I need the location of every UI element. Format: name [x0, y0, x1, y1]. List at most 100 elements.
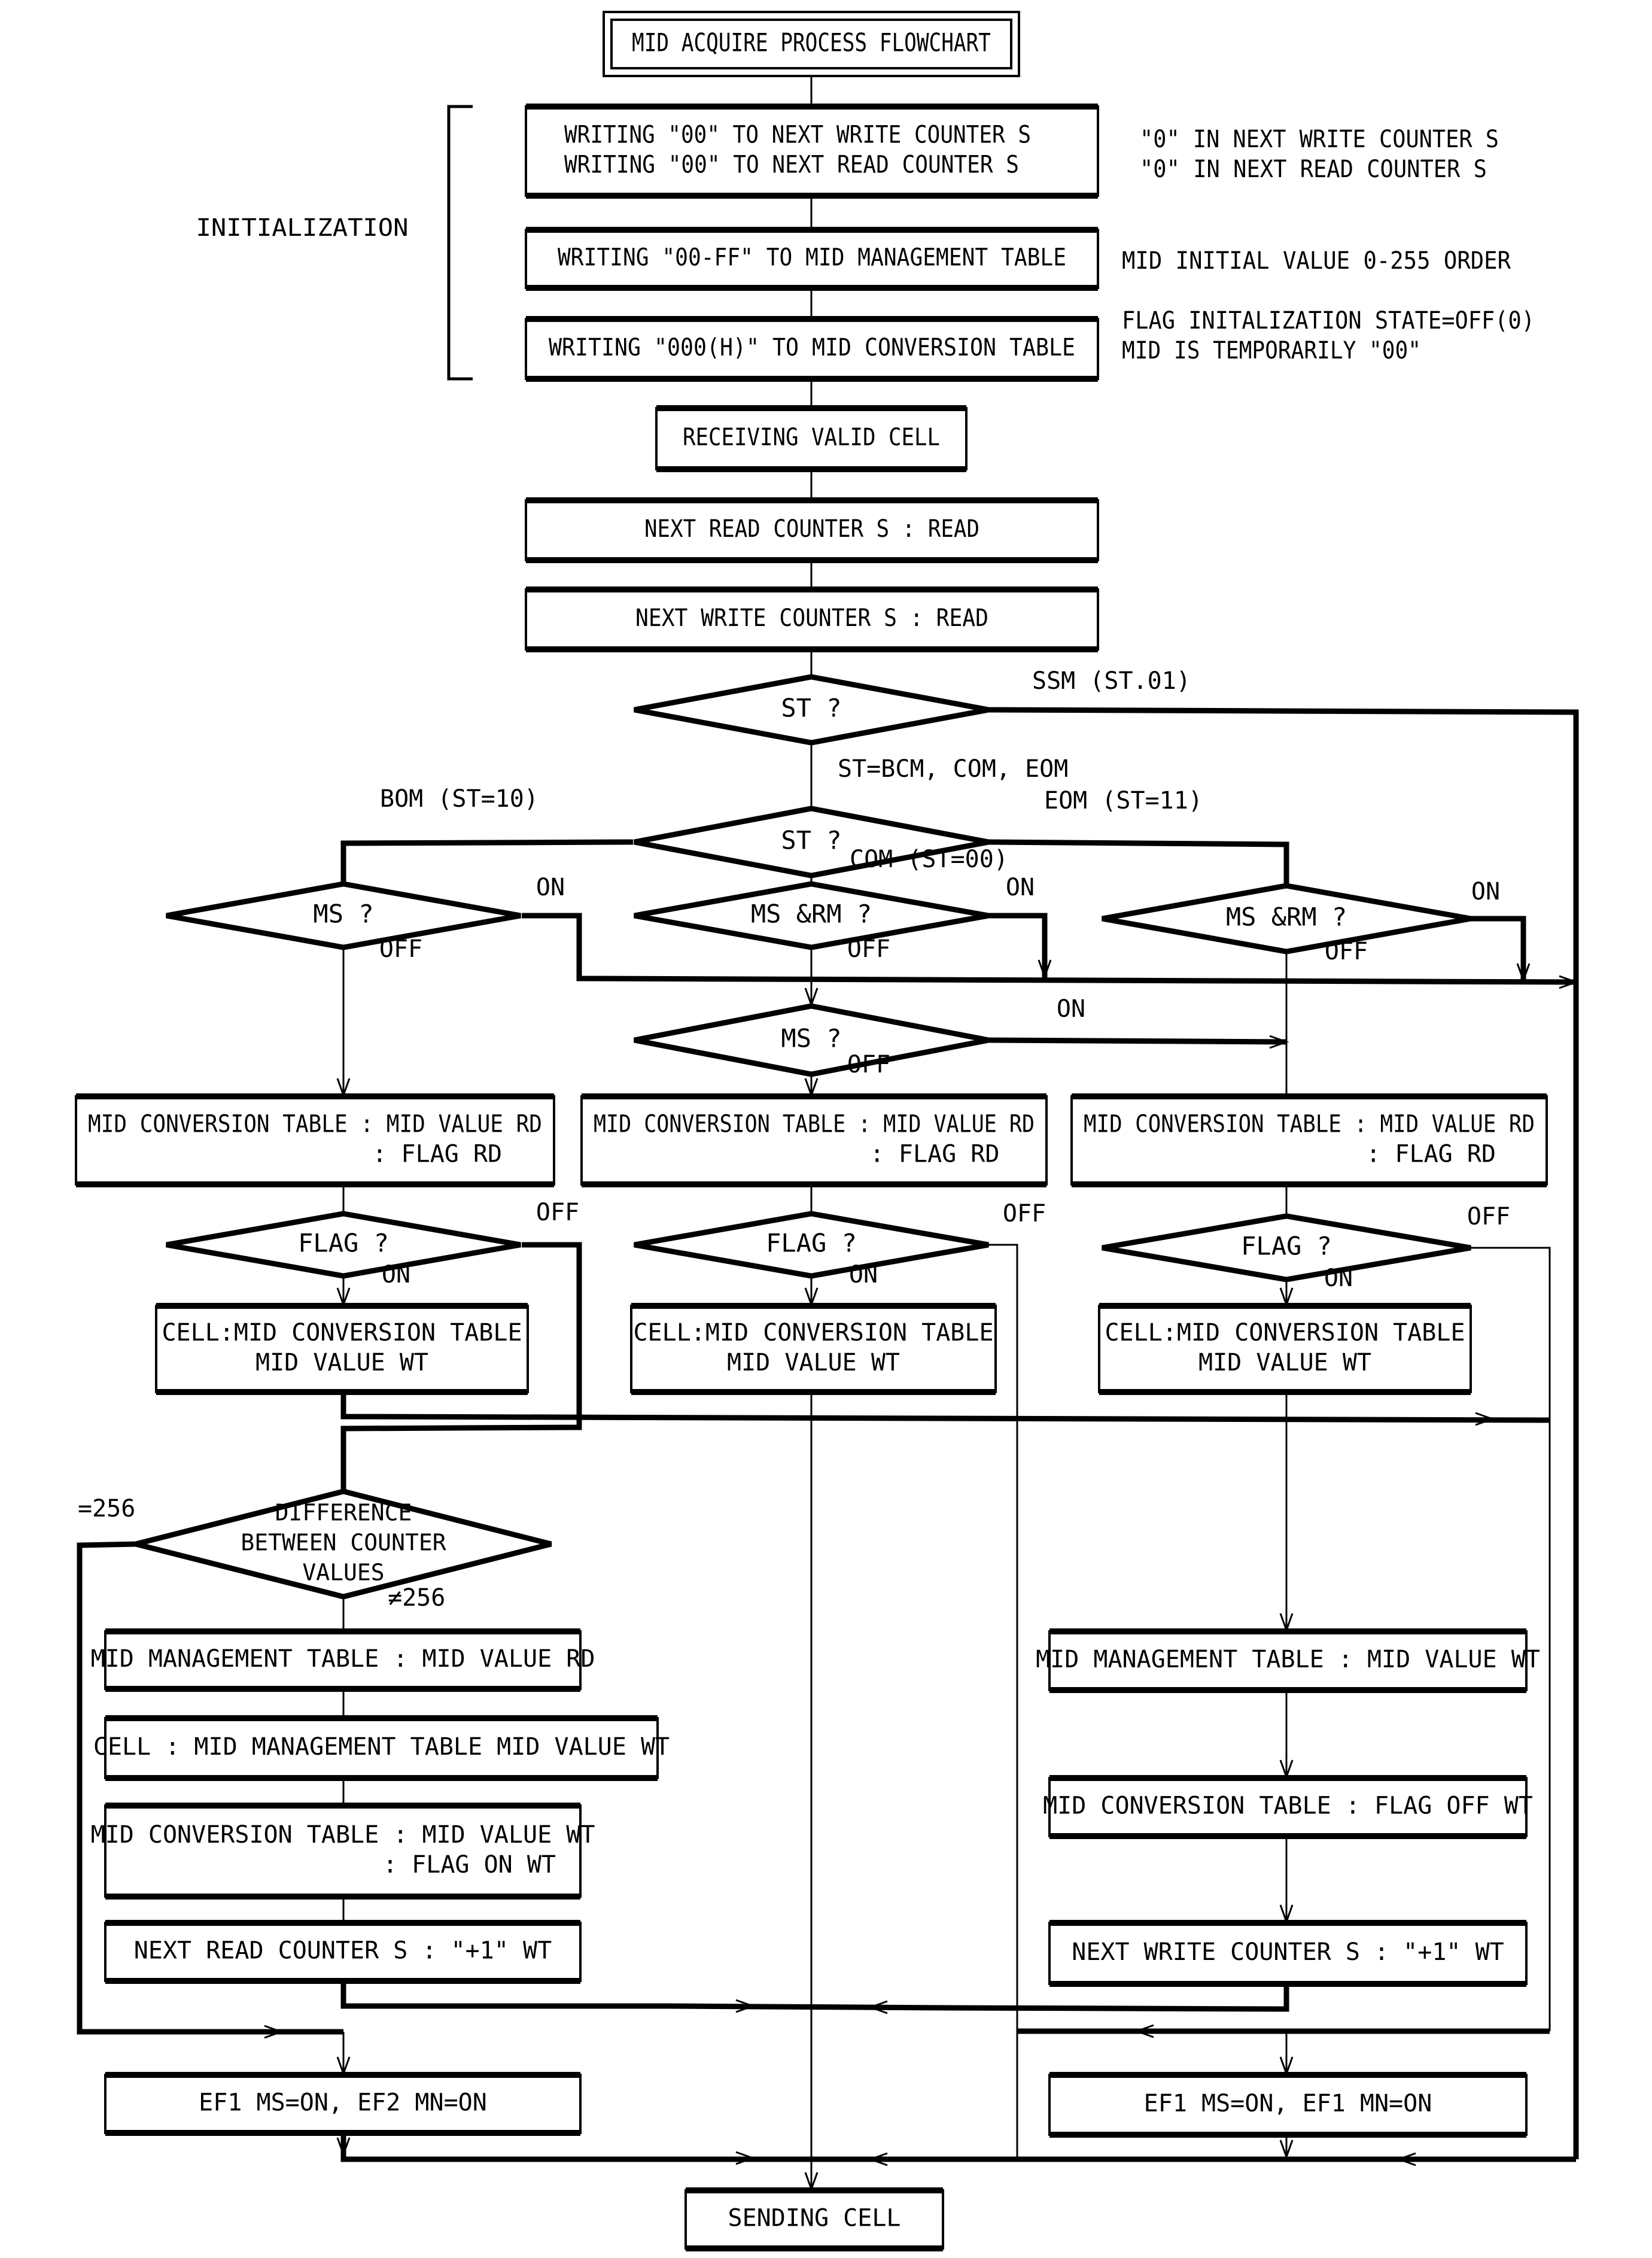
- conversion-table-write-box: MID CONVERSION TABLE : MID VALUE WT: FLA…: [91, 1803, 595, 1900]
- label-off: OFF: [1325, 938, 1368, 965]
- read-next-read-counter-box-text: NEXT READ COUNTER S : READ: [644, 515, 979, 543]
- init-management-table-box: WRITING "00-FF" TO MID MANAGEMENT TABLE: [525, 227, 1099, 291]
- init-management-table-box-text: WRITING "00-FF" TO MID MANAGEMENT TABLE: [558, 244, 1066, 272]
- label-eom: EOM (ST=11): [1044, 787, 1203, 815]
- conversion-table-read-box-mid-text: MID CONVERSION TABLE : MID VALUE RD: [594, 1111, 1035, 1138]
- conversion-table-read-box-left-text: : FLAG RD: [372, 1141, 502, 1168]
- ms-rm-decision-mid: MS &RM ?: [634, 881, 989, 950]
- init-counters-box: WRITING "00" TO NEXT WRITE COUNTER SWRIT…: [525, 104, 1099, 199]
- conversion-table-read-box-right: MID CONVERSION TABLE : MID VALUE RD : FLA…: [1070, 1093, 1548, 1187]
- wire-ms-mid-on: [988, 1037, 1287, 1045]
- init-conversion-table-box: WRITING "000(H)" TO MID CONVERSION TABLE: [525, 316, 1099, 382]
- st-decision-2-text: ST ?: [781, 826, 841, 855]
- cell-write-box-right: CELL:MID CONVERSION TABLEMID VALUE WT: [1098, 1303, 1472, 1395]
- label-on: ON: [1006, 874, 1035, 901]
- init-note-mid-temporary: MID IS TEMPORARILY "00": [1122, 337, 1421, 364]
- cell-write-box-mid-text: CELL:MID CONVERSION TABLE: [633, 1319, 993, 1347]
- conversion-table-write-box-text: : FLAG ON WT: [383, 1851, 556, 1879]
- label-off: OFF: [1467, 1203, 1510, 1230]
- ef1-right-box-text: EF1 MS=ON, EF1 MN=ON: [1144, 2090, 1432, 2117]
- conversion-table-flag-off-box-text: MID CONVERSION TABLE : FLAG OFF WT: [1043, 1792, 1533, 1820]
- label-ssm: SSM (ST.01): [1032, 667, 1191, 695]
- title-box: MID ACQUIRE PROCESS FLOWCHART: [603, 11, 1020, 77]
- ef1-left-box: EF1 MS=ON, EF2 MN=ON: [104, 2072, 582, 2136]
- conversion-table-write-box-text: MID CONVERSION TABLE : MID VALUE WT: [91, 1821, 595, 1849]
- conversion-table-read-box-mid: MID CONVERSION TABLE : MID VALUE RD : FLA…: [580, 1093, 1048, 1187]
- label-off: OFF: [536, 1199, 579, 1226]
- counter-difference-decision-text: DIFFERENCE: [275, 1500, 412, 1526]
- label-off: OFF: [379, 935, 422, 963]
- next-read-counter-increment-box: NEXT READ COUNTER S : "+1" WT: [104, 1920, 582, 1984]
- cell-write-box-left-text: CELL:MID CONVERSION TABLE: [162, 1319, 522, 1347]
- conversion-table-read-box-right-text: MID CONVERSION TABLE : MID VALUE RD: [1084, 1111, 1535, 1138]
- conversion-table-read-box-left-text: MID CONVERSION TABLE : MID VALUE RD: [88, 1111, 542, 1138]
- label-off: OFF: [847, 1051, 890, 1078]
- counter-difference-decision-text: BETWEEN COUNTER: [241, 1530, 446, 1556]
- initialization-label: INITIALIZATION: [196, 214, 409, 242]
- cell-write-box-left: CELL:MID CONVERSION TABLEMID VALUE WT: [155, 1303, 529, 1395]
- flag-decision-left: FLAG ?: [166, 1211, 521, 1279]
- page-title: MID ACQUIRE PROCESS FLOWCHART: [632, 28, 991, 57]
- ms-decision-mid-text: MS ?: [781, 1024, 841, 1053]
- ms-rm-decision-right-text: MS &RM ?: [1226, 902, 1347, 932]
- init-note-write-counter: "0" IN NEXT WRITE COUNTER S: [1140, 126, 1499, 153]
- next-read-counter-increment-box-text: NEXT READ COUNTER S : "+1" WT: [134, 1937, 552, 1965]
- mid-management-table-write-box-text: MID MANAGEMENT TABLE : MID VALUE WT: [1036, 1646, 1540, 1673]
- init-counters-box-text: WRITING "00" TO NEXT READ COUNTER S: [564, 151, 1019, 179]
- next-write-counter-increment-box-text: NEXT WRITE COUNTER S : "+1" WT: [1072, 1938, 1504, 1966]
- mid-management-table-read-box-text: MID MANAGEMENT TABLE : MID VALUE RD: [91, 1645, 595, 1673]
- label-not-equal-256: ≠256: [388, 1584, 445, 1612]
- ms-decision-left-text: MS ?: [313, 899, 373, 929]
- label-on: ON: [1324, 1265, 1353, 1292]
- mid-management-table-read-box: MID MANAGEMENT TABLE : MID VALUE RD: [91, 1628, 595, 1692]
- label-bom: BOM (ST=10): [380, 785, 539, 813]
- flag-decision-mid-text: FLAG ?: [766, 1229, 857, 1258]
- conversion-table-flag-off-box: MID CONVERSION TABLE : FLAG OFF WT: [1043, 1775, 1533, 1839]
- wire-msrm-right-on: [1471, 916, 1526, 981]
- label-com: COM (ST=00): [850, 846, 1008, 873]
- receiving-valid-cell-box-text: RECEIVING VALID CELL: [683, 424, 940, 451]
- init-note-flag-state: FLAG INITALIZATION STATE=OFF(0): [1122, 307, 1535, 335]
- cell-write-box-right-text: CELL:MID CONVERSION TABLE: [1105, 1319, 1465, 1347]
- label-equal-256: =256: [78, 1495, 135, 1522]
- wire-bom-branch: [340, 839, 634, 885]
- wire-msrm-mid-on: [988, 913, 1048, 978]
- label-on: ON: [849, 1261, 878, 1288]
- counter-difference-decision: DIFFERENCE BETWEEN COUNTER VALUES: [135, 1488, 552, 1600]
- counter-difference-decision-text: VALUES: [302, 1560, 384, 1586]
- cell-write-box-left-text: MID VALUE WT: [255, 1349, 428, 1376]
- read-next-read-counter-box: NEXT READ COUNTER S : READ: [525, 497, 1099, 563]
- ms-decision-mid: MS ?: [634, 1003, 989, 1077]
- flowchart: MID ACQUIRE PROCESS FLOWCHART WRITING "00…: [75, 11, 1579, 2251]
- init-note-mid-order: MID INITIAL VALUE 0-255 ORDER: [1122, 247, 1511, 275]
- wire-cell-merge: [340, 1392, 1550, 1423]
- label-on: ON: [1057, 995, 1085, 1023]
- label-st-bcm-com-eom: ST=BCM, COM, EOM: [838, 755, 1068, 783]
- cell-management-table-write-box: CELL : MID MANAGEMENT TABLE MID VALUE WT: [93, 1715, 670, 1781]
- init-note-read-counter: "0" IN NEXT READ COUNTER S: [1140, 156, 1487, 183]
- conversion-table-read-box-right-text: : FLAG RD: [1366, 1141, 1496, 1168]
- cell-write-box-mid-text: MID VALUE WT: [727, 1349, 900, 1376]
- st-decision-1: ST ?: [634, 674, 989, 746]
- label-off: OFF: [847, 935, 890, 963]
- label-on: ON: [382, 1261, 410, 1288]
- cell-write-box-right-text: MID VALUE WT: [1198, 1349, 1371, 1376]
- conversion-table-read-box-mid-text: : FLAG RD: [870, 1141, 1000, 1168]
- ef1-right-box: EF1 MS=ON, EF1 MN=ON: [1048, 2072, 1528, 2138]
- read-next-write-counter-box: NEXT WRITE COUNTER S : READ: [525, 586, 1099, 652]
- next-write-counter-increment-box: NEXT WRITE COUNTER S : "+1" WT: [1048, 1920, 1528, 1987]
- label-on: ON: [536, 874, 565, 901]
- ef1-left-box-text: EF1 MS=ON, EF2 MN=ON: [199, 2089, 487, 2117]
- ms-rm-decision-mid-text: MS &RM ?: [751, 899, 872, 929]
- receiving-valid-cell-box: RECEIVING VALID CELL: [655, 405, 968, 472]
- ms-rm-decision-right: MS &RM ?: [1102, 883, 1471, 955]
- cell-management-table-write-box-text: CELL : MID MANAGEMENT TABLE MID VALUE WT: [93, 1733, 670, 1761]
- flag-decision-right-text: FLAG ?: [1241, 1232, 1332, 1261]
- init-conversion-table-box-text: WRITING "000(H)" TO MID CONVERSION TABLE: [549, 334, 1075, 361]
- flag-decision-left-text: FLAG ?: [298, 1229, 389, 1258]
- init-counters-box-text: WRITING "00" TO NEXT WRITE COUNTER S: [564, 121, 1031, 149]
- label-on: ON: [1471, 878, 1500, 905]
- cell-write-box-mid: CELL:MID CONVERSION TABLEMID VALUE WT: [630, 1303, 997, 1395]
- initialization-bracket: [447, 105, 473, 381]
- flag-decision-right: FLAG ?: [1102, 1213, 1471, 1283]
